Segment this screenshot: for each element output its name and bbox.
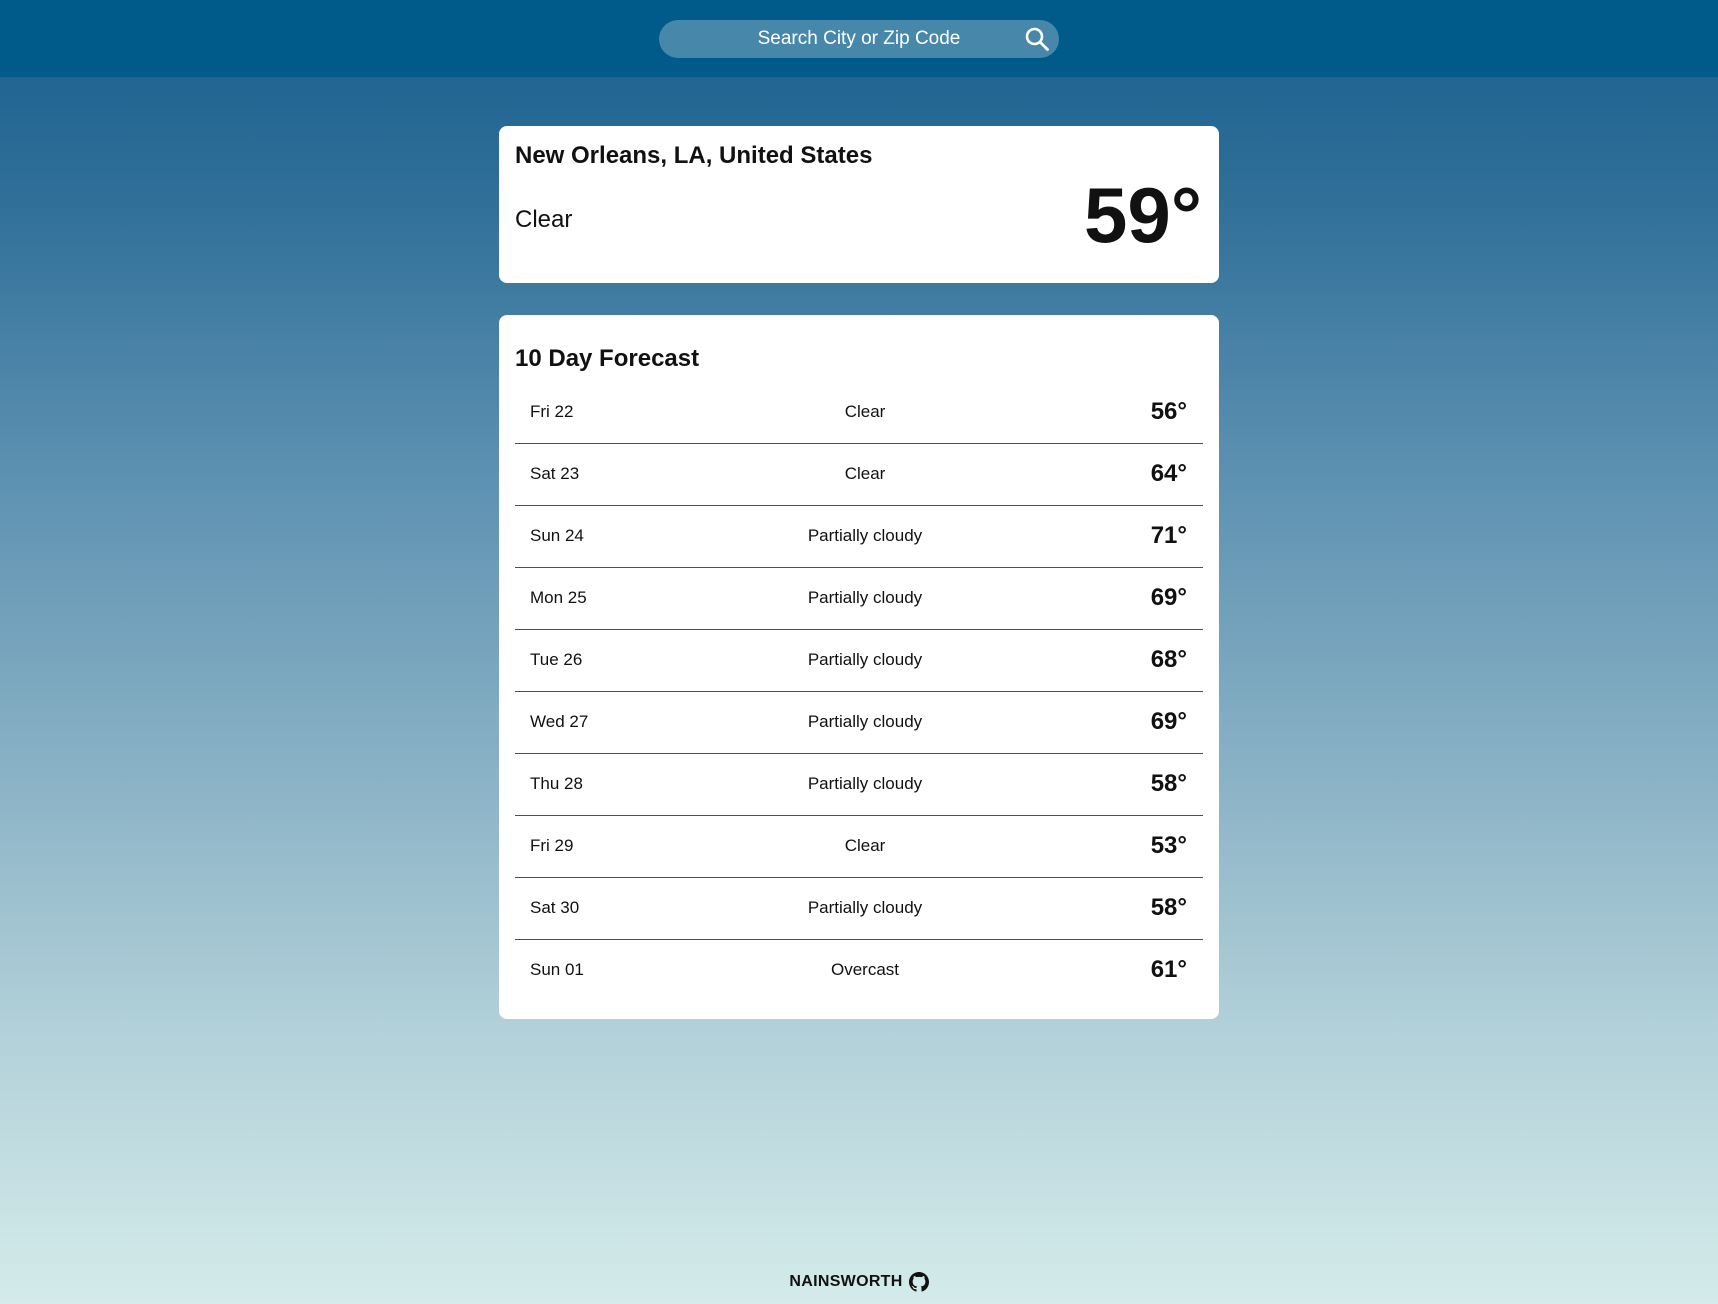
forecast-day: Fri 22 xyxy=(530,402,574,421)
current-weather-card: New Orleans, LA, United States Clear 59° xyxy=(499,126,1219,283)
forecast-row: Mon 25 Partially cloudy 69° xyxy=(515,568,1203,630)
forecast-temp: 53° xyxy=(1150,832,1187,859)
search-icon[interactable] xyxy=(1023,25,1051,53)
forecast-condition: Clear xyxy=(844,402,886,421)
forecast-condition: Partially cloudy xyxy=(807,898,923,917)
forecast-day: Sun 24 xyxy=(530,526,584,545)
forecast-row: Fri 29 Clear 53° xyxy=(515,816,1203,878)
forecast-day: Wed 27 xyxy=(530,712,589,731)
forecast-row: Sun 24 Partially cloudy 71° xyxy=(515,506,1203,568)
forecast-row: Wed 27 Partially cloudy 69° xyxy=(515,692,1203,754)
forecast-row: Tue 26 Partially cloudy 68° xyxy=(515,630,1203,692)
forecast-condition: Partially cloudy xyxy=(807,650,923,669)
forecast-row: Sat 23 Clear 64° xyxy=(515,444,1203,506)
forecast-temp: 69° xyxy=(1150,584,1187,611)
forecast-day: Thu 28 xyxy=(530,774,583,793)
forecast-temp: 56° xyxy=(1150,398,1187,425)
forecast-temp: 61° xyxy=(1150,956,1187,983)
forecast-list: Fri 22 Clear 56° Sat 23 Clear 64° Sun 24… xyxy=(515,382,1203,1002)
forecast-condition: Partially cloudy xyxy=(807,712,923,731)
forecast-day: Mon 25 xyxy=(530,588,587,607)
forecast-title: 10 Day Forecast xyxy=(515,345,700,372)
current-temperature: 59° xyxy=(1084,171,1202,259)
search-input[interactable] xyxy=(709,20,1009,58)
forecast-day: Sun 01 xyxy=(530,960,584,979)
forecast-condition: Clear xyxy=(844,464,886,483)
forecast-day: Sat 30 xyxy=(530,898,580,917)
forecast-condition: Overcast xyxy=(830,960,900,979)
forecast-condition: Partially cloudy xyxy=(807,774,923,793)
forecast-temp: 58° xyxy=(1150,894,1187,921)
search-bar xyxy=(659,20,1059,58)
footer: NAINSWORTH xyxy=(0,1272,1718,1292)
current-condition: Clear xyxy=(515,206,573,233)
forecast-row: Thu 28 Partially cloudy 58° xyxy=(515,754,1203,816)
forecast-temp: 71° xyxy=(1150,522,1187,549)
forecast-condition: Partially cloudy xyxy=(807,526,923,545)
author-name: NAINSWORTH xyxy=(789,1273,903,1290)
forecast-condition: Clear xyxy=(844,836,886,855)
forecast-temp: 68° xyxy=(1150,646,1187,673)
forecast-day: Sat 23 xyxy=(530,464,580,483)
forecast-temp: 69° xyxy=(1150,708,1187,735)
github-icon[interactable] xyxy=(908,1272,929,1292)
forecast-row: Sat 30 Partially cloudy 58° xyxy=(515,878,1203,940)
forecast-temp: 58° xyxy=(1150,770,1187,797)
forecast-row: Fri 22 Clear 56° xyxy=(515,382,1203,444)
forecast-condition: Partially cloudy xyxy=(807,588,923,607)
forecast-row: Sun 01 Overcast 61° xyxy=(515,940,1203,1002)
header-bar xyxy=(0,0,1718,77)
forecast-day: Fri 29 xyxy=(530,836,574,855)
forecast-card: 10 Day Forecast Fri 22 Clear 56° Sat 23 … xyxy=(499,315,1219,1019)
forecast-temp: 64° xyxy=(1150,460,1187,487)
location-title: New Orleans, LA, United States xyxy=(515,142,873,169)
forecast-day: Tue 26 xyxy=(530,650,583,669)
